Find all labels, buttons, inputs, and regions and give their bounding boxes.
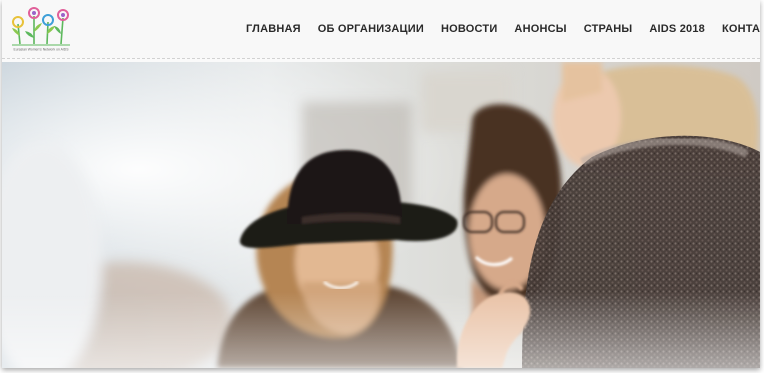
nav-item-home[interactable]: ГЛАВНАЯ bbox=[246, 23, 301, 35]
hero-photo-illustration bbox=[2, 62, 760, 368]
nav-item-news[interactable]: НОВОСТИ bbox=[441, 23, 497, 35]
nav-item-aids2018[interactable]: AIDS 2018 bbox=[649, 23, 705, 35]
hero-image bbox=[2, 62, 760, 368]
site-header: Eurasian Women's Network on AIDS ГЛАВНАЯ… bbox=[2, 0, 760, 58]
flowers-logo-icon: Eurasian Women's Network on AIDS bbox=[12, 7, 70, 52]
site-logo[interactable]: Eurasian Women's Network on AIDS bbox=[8, 4, 74, 52]
nav-item-about[interactable]: ОБ ОРГАНИЗАЦИИ bbox=[318, 23, 424, 35]
header-divider bbox=[2, 58, 760, 59]
logo-caption: Eurasian Women's Network on AIDS bbox=[13, 48, 69, 52]
website-frame: Eurasian Women's Network on AIDS ГЛАВНАЯ… bbox=[2, 0, 760, 368]
main-nav: ГЛАВНАЯ ОБ ОРГАНИЗАЦИИ НОВОСТИ АНОНСЫ СТ… bbox=[246, 0, 760, 58]
nav-item-contacts[interactable]: КОНТАКТЫ bbox=[722, 23, 760, 35]
nav-item-countries[interactable]: СТРАНЫ bbox=[584, 23, 633, 35]
nav-item-announcements[interactable]: АНОНСЫ bbox=[514, 23, 566, 35]
